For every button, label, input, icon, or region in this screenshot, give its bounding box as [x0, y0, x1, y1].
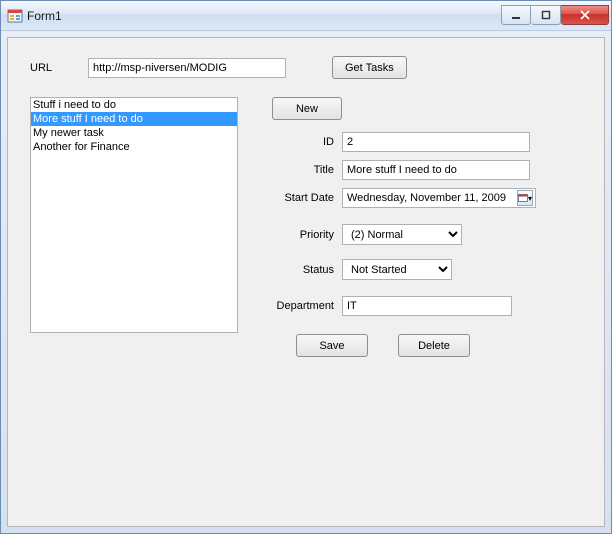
delete-button[interactable]: Delete — [398, 334, 470, 357]
form-client-area: URL Get Tasks Stuff i need to doMore stu… — [7, 37, 605, 527]
list-item[interactable]: Stuff i need to do — [31, 98, 237, 112]
task-listbox[interactable]: Stuff i need to doMore stuff I need to d… — [30, 97, 238, 333]
url-label: URL — [30, 62, 88, 74]
get-tasks-button[interactable]: Get Tasks — [332, 56, 407, 79]
new-button[interactable]: New — [272, 97, 342, 120]
form-icon — [7, 8, 23, 24]
title-label: Title — [268, 164, 342, 176]
start-date-value: Wednesday, November 11, 2009 — [347, 192, 517, 204]
list-item[interactable]: Another for Finance — [31, 140, 237, 154]
titlebar[interactable]: Form1 — [1, 1, 611, 31]
id-input[interactable] — [342, 132, 530, 152]
department-label: Department — [268, 300, 342, 312]
close-button[interactable] — [561, 5, 609, 25]
start-date-label: Start Date — [268, 192, 342, 204]
priority-label: Priority — [268, 229, 342, 241]
status-label: Status — [268, 264, 342, 276]
url-input[interactable] — [88, 58, 286, 78]
priority-select[interactable]: (2) Normal — [342, 224, 462, 245]
calendar-dropdown-icon[interactable]: ▾ — [517, 190, 533, 206]
title-input[interactable] — [342, 160, 530, 180]
task-detail-panel: New ID Title Start Date Wednesday, Novem… — [268, 97, 582, 357]
save-button[interactable]: Save — [296, 334, 368, 357]
url-row: URL Get Tasks — [30, 56, 582, 79]
department-input[interactable] — [342, 296, 512, 316]
minimize-button[interactable] — [501, 5, 531, 25]
list-item[interactable]: My newer task — [31, 126, 237, 140]
window: Form1 URL Get Tasks Stuff i need to doMo… — [0, 0, 612, 534]
status-select[interactable]: Not Started — [342, 259, 452, 280]
start-date-picker[interactable]: Wednesday, November 11, 2009 ▾ — [342, 188, 536, 208]
window-controls — [501, 5, 609, 25]
id-label: ID — [268, 136, 342, 148]
window-title: Form1 — [27, 9, 62, 23]
list-item[interactable]: More stuff I need to do — [31, 112, 237, 126]
maximize-button[interactable] — [531, 5, 561, 25]
